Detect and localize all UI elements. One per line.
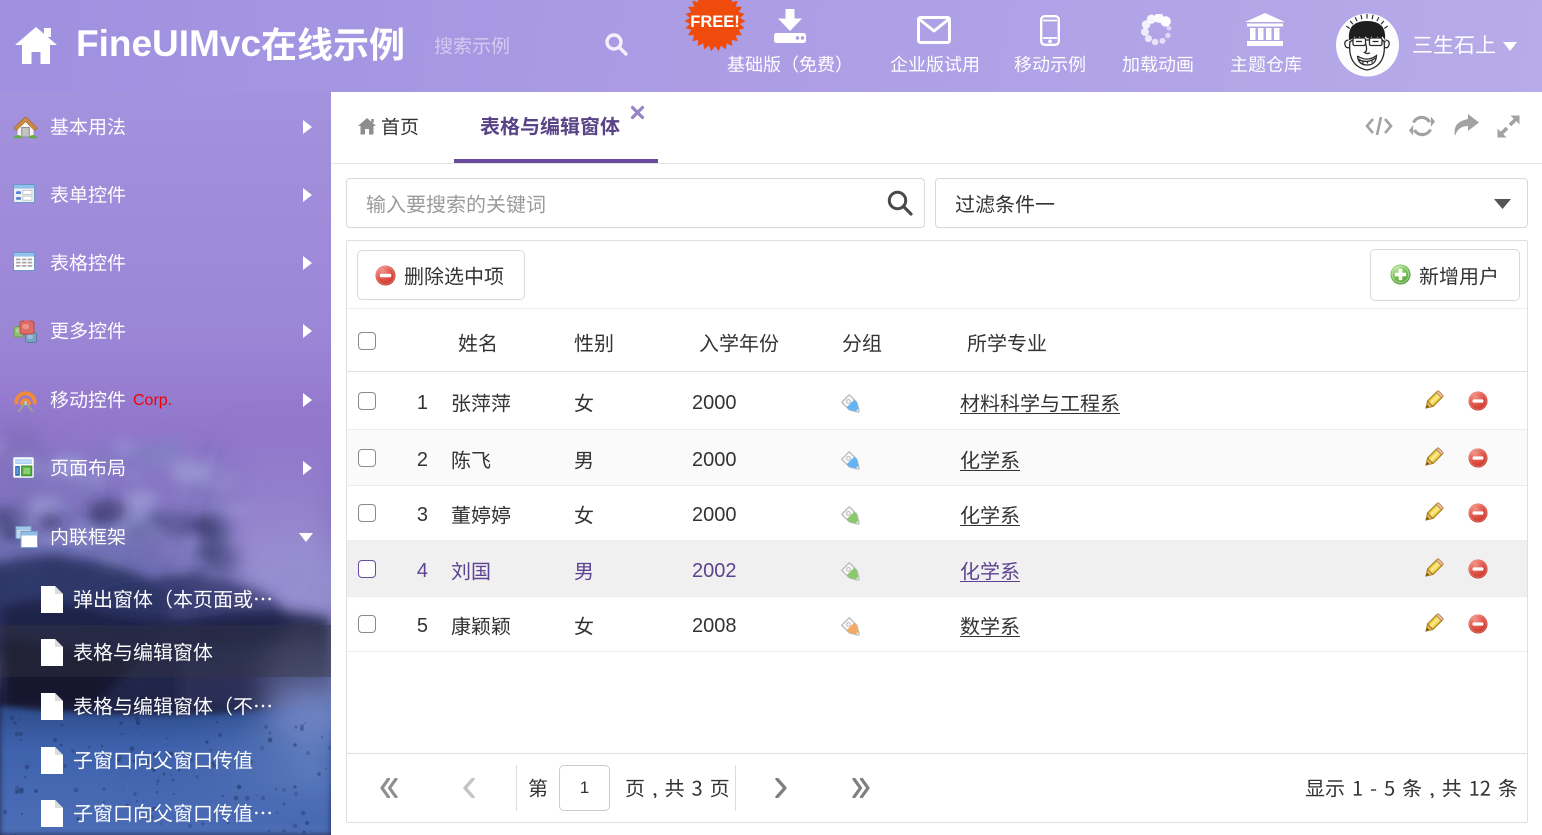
svg-text:FREE!: FREE! (690, 13, 740, 31)
